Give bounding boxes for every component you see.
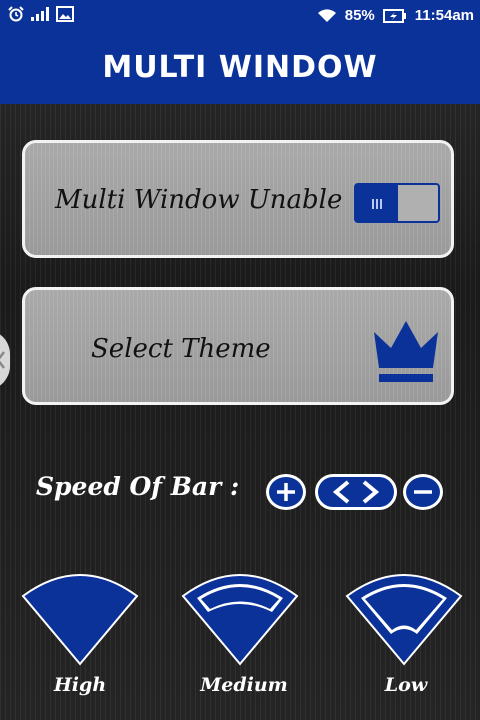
multi-window-toggle[interactable]	[354, 183, 440, 223]
app-bar: MULTI WINDOW	[0, 32, 480, 104]
wifi-icon	[317, 8, 336, 22]
minus-icon	[414, 490, 432, 494]
speed-increase-button[interactable]	[266, 474, 306, 510]
select-theme-card[interactable]: Select Theme	[22, 287, 454, 405]
toggle-grip-icon	[371, 194, 383, 213]
battery-charging-icon	[382, 8, 406, 23]
status-left	[8, 6, 74, 22]
page-title: MULTI WINDOW	[102, 50, 378, 85]
battery-percent: 85%	[344, 7, 375, 24]
speed-decrease-button[interactable]	[403, 474, 443, 510]
medium-size-icon[interactable]	[180, 568, 300, 668]
alarm-icon	[8, 6, 24, 22]
left-right-arrows-icon	[332, 480, 380, 504]
side-drawer-handle[interactable]	[0, 330, 10, 390]
image-icon	[56, 6, 74, 22]
high-size-label: High	[53, 674, 107, 696]
clock: 11:54am	[414, 7, 474, 24]
multi-window-card[interactable]: Multi Window Unable	[22, 140, 454, 258]
medium-size-label: Medium	[200, 674, 288, 696]
low-size-label: Low	[384, 674, 428, 696]
low-size-icon[interactable]	[344, 568, 464, 668]
status-right: 85% 11:54am	[317, 7, 474, 24]
status-bar: 85% 11:54am	[0, 0, 480, 32]
toggle-knob	[356, 185, 398, 221]
crown-icon[interactable]	[371, 318, 441, 384]
speed-adjust-button[interactable]	[315, 474, 397, 510]
plus-icon	[277, 483, 295, 501]
multi-window-label: Multi Window Unable	[55, 185, 343, 215]
chevron-left-icon	[0, 351, 5, 369]
high-size-icon[interactable]	[20, 568, 140, 668]
signal-icon	[31, 7, 49, 21]
select-theme-label: Select Theme	[91, 334, 271, 364]
speed-label: Speed Of Bar :	[36, 472, 240, 501]
